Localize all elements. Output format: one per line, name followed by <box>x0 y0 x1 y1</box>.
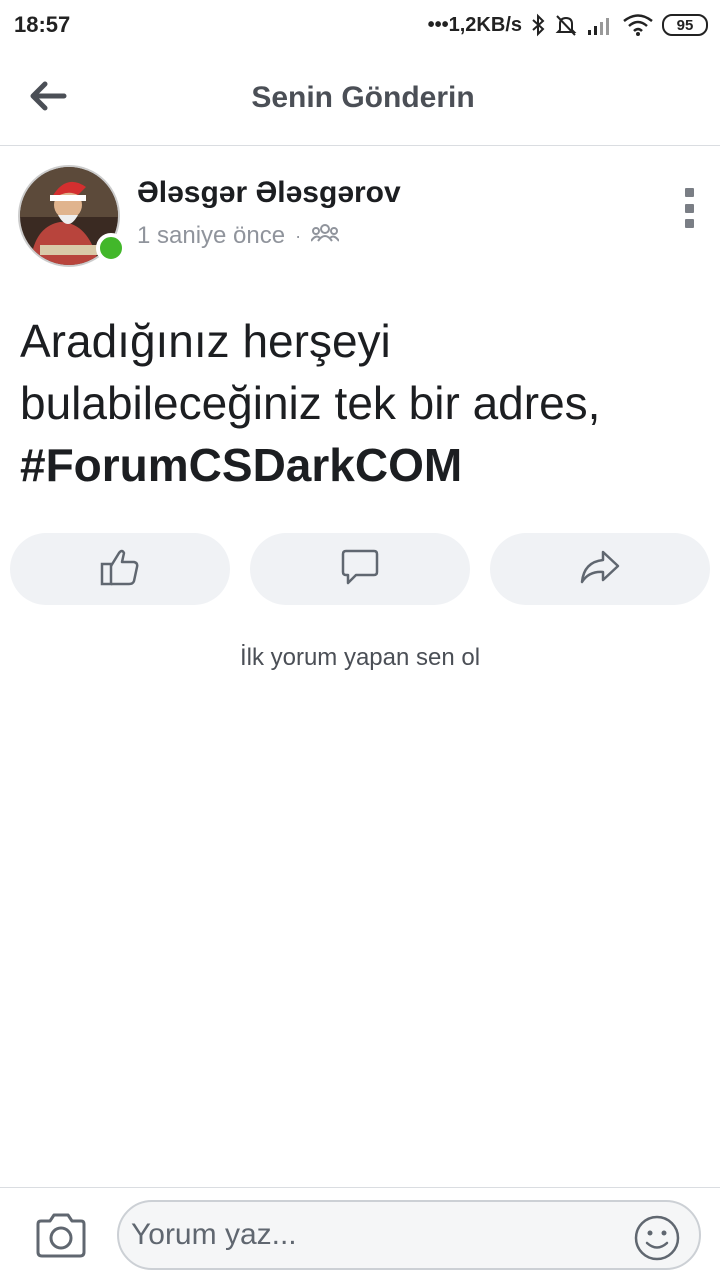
battery-icon: 95 <box>662 14 708 36</box>
post-time[interactable]: 1 saniye önce <box>137 222 285 250</box>
comment-button[interactable] <box>250 533 470 605</box>
signal-icon <box>586 14 614 36</box>
status-bar: 18:57 •••1,2KB/s 95 <box>0 0 720 50</box>
post-text: Aradığınız herşeyi bulabileceğiniz tek b… <box>20 310 710 496</box>
emoji-button[interactable] <box>633 1214 681 1262</box>
hashtag-link[interactable]: #ForumCSDarkCOM <box>20 434 710 496</box>
bluetooth-icon <box>530 13 546 37</box>
friends-icon[interactable] <box>310 222 340 250</box>
share-icon <box>579 548 621 591</box>
back-button[interactable] <box>22 76 74 120</box>
post-header: Ələsgər Ələsgərov 1 saniye önce · <box>0 160 720 270</box>
camera-button[interactable] <box>34 1212 88 1260</box>
comment-icon <box>340 547 380 592</box>
page-title: Senin Gönderin <box>251 80 475 114</box>
online-status-dot <box>96 233 126 263</box>
share-button[interactable] <box>490 533 710 605</box>
app-header: Senin Gönderin <box>0 50 720 146</box>
battery-level: 95 <box>662 14 708 36</box>
wifi-icon <box>622 13 654 37</box>
status-icons: •••1,2KB/s 95 <box>428 13 708 37</box>
like-icon <box>99 547 141 592</box>
post-actions <box>10 533 710 605</box>
comment-compose-bar <box>0 1187 720 1280</box>
like-button[interactable] <box>10 533 230 605</box>
more-options-button[interactable] <box>676 188 702 228</box>
author-name[interactable]: Ələsgər Ələsgərov <box>137 176 401 210</box>
comment-input[interactable] <box>131 1210 631 1260</box>
more-dot <box>684 203 694 213</box>
network-speed: •••1,2KB/s <box>427 13 522 36</box>
more-dot <box>684 188 694 197</box>
mute-icon <box>554 13 578 37</box>
more-dot <box>684 219 694 228</box>
comment-input-container <box>117 1200 701 1270</box>
arrow-left-icon <box>28 80 68 117</box>
empty-comments-text: İlk yorum yapan sen ol <box>239 644 481 671</box>
emoji-icon <box>633 1215 681 1266</box>
camera-icon <box>34 1213 88 1264</box>
meta-separator: · <box>295 225 302 246</box>
post-meta: 1 saniye önce · <box>137 222 340 250</box>
status-time: 18:57 <box>14 12 71 37</box>
post-text-line: Aradığınız herşeyi <box>20 315 391 367</box>
post-text-line: bulabileceğiniz tek bir adres, <box>20 377 601 429</box>
